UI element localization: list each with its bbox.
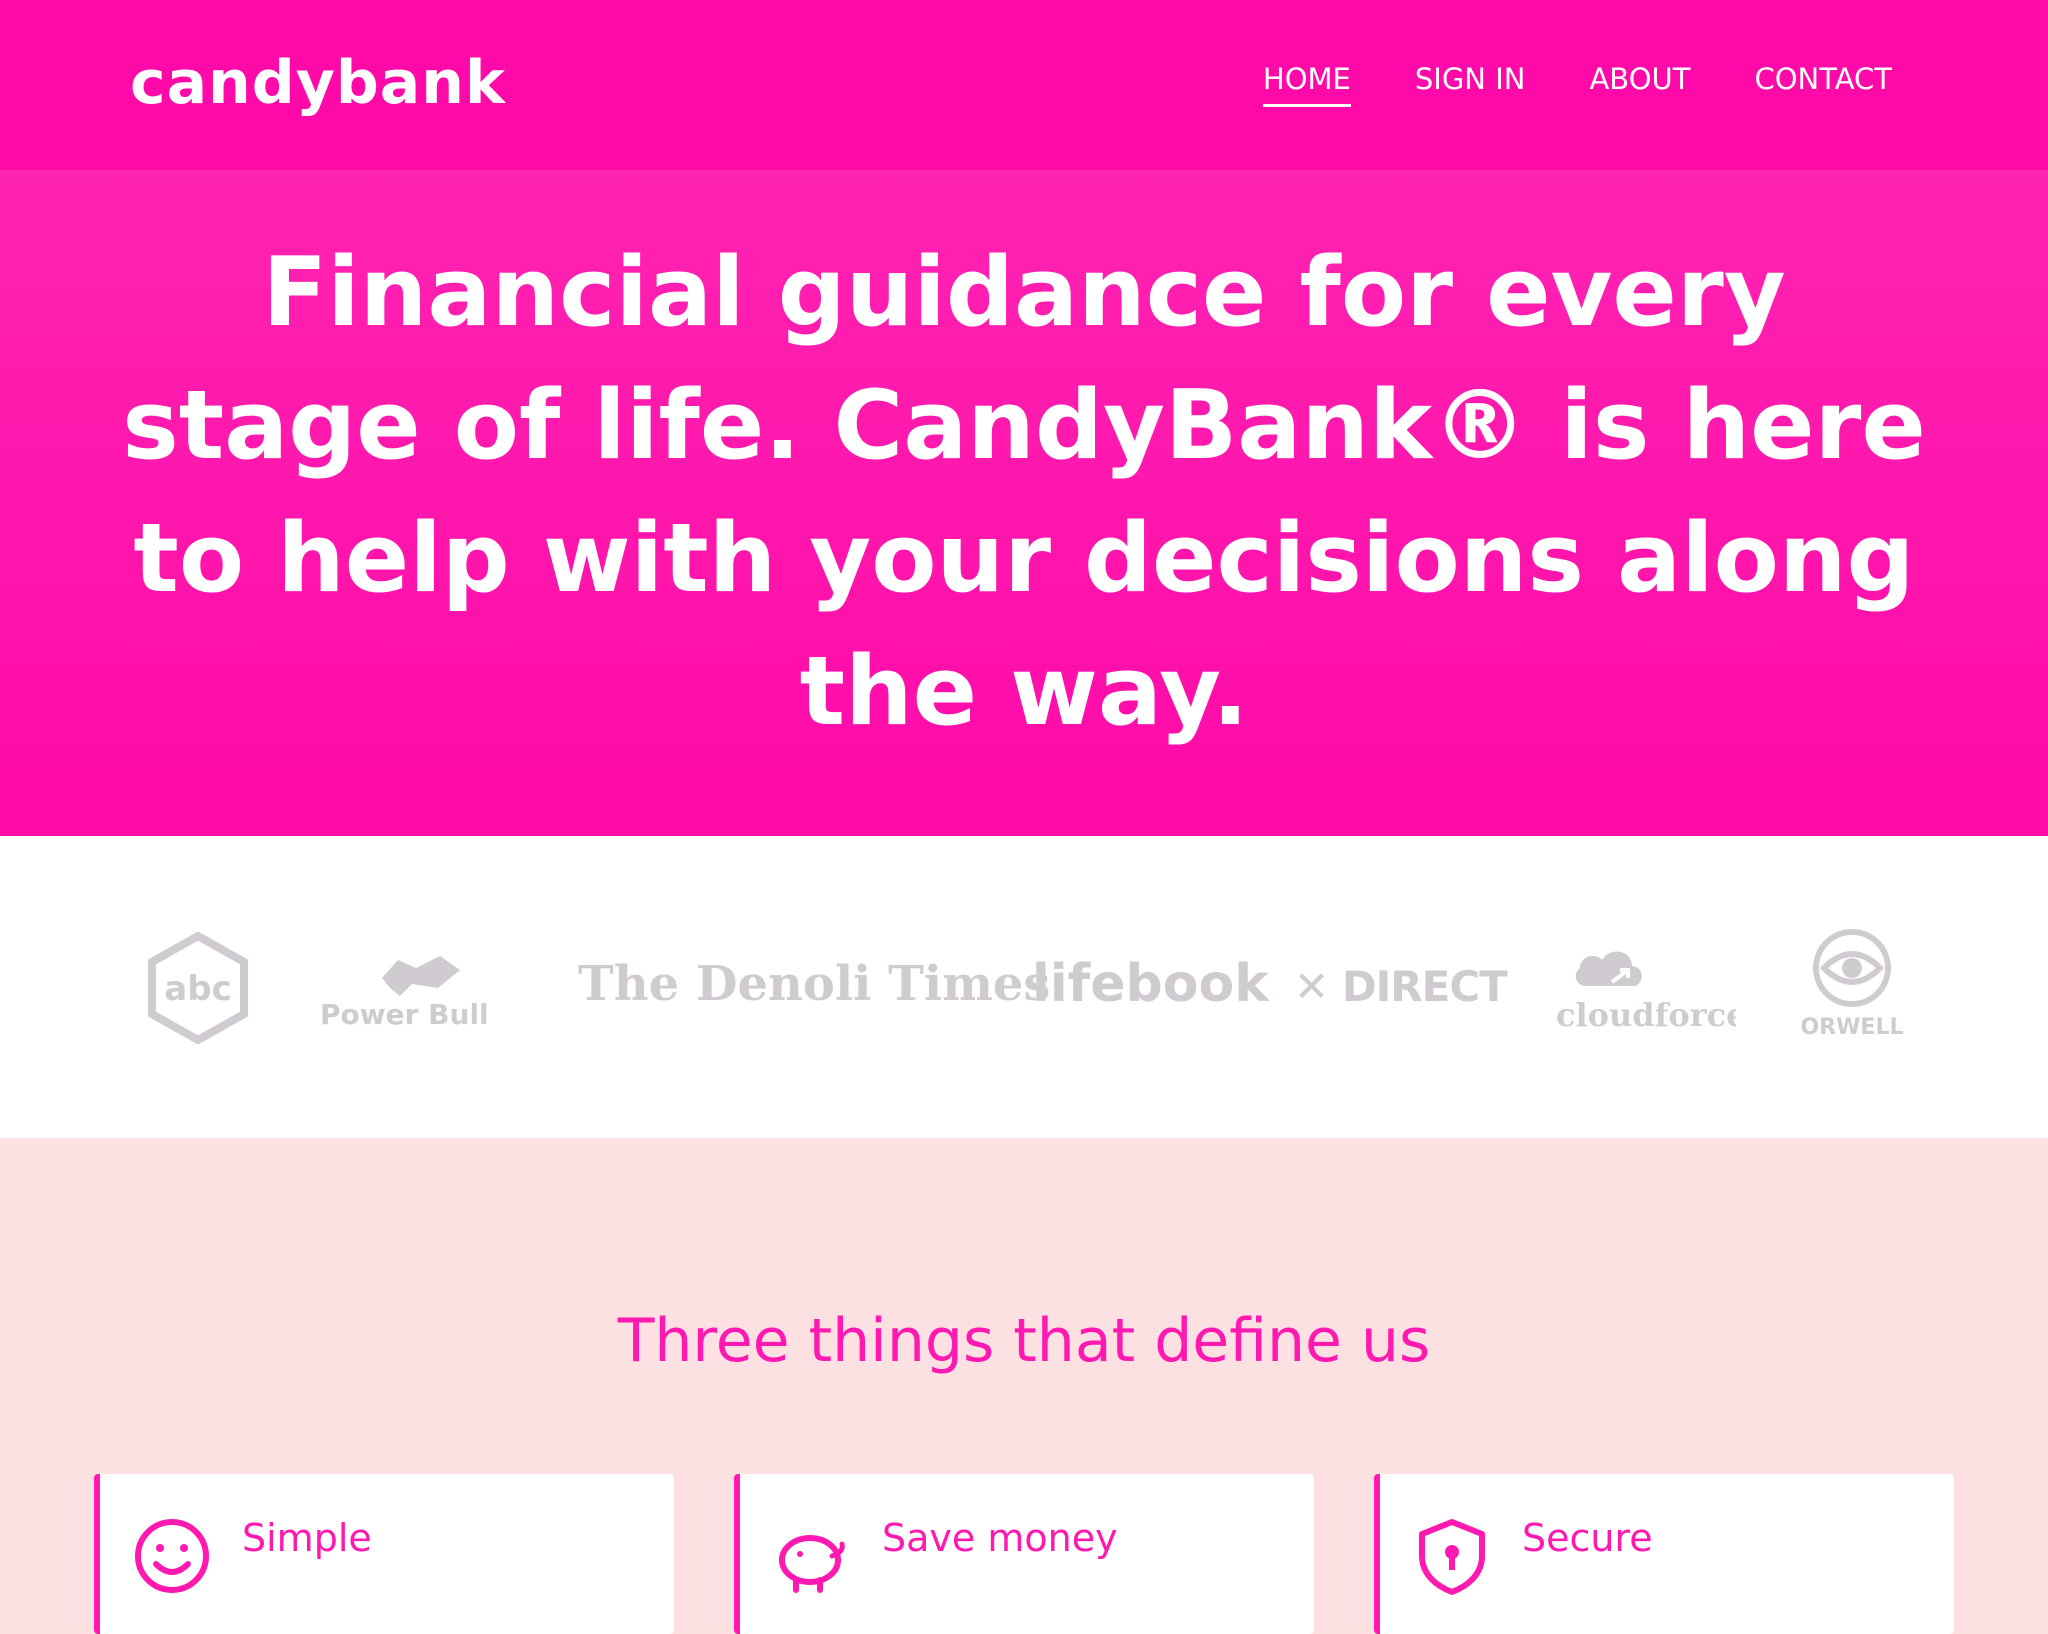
feature-label-save-money: Save money [882, 1516, 1118, 1560]
svg-text:abc: abc [164, 969, 231, 1009]
nav-about[interactable]: ABOUT [1589, 62, 1690, 107]
svg-text:ORWELL: ORWELL [1801, 1015, 1904, 1040]
partner-logos-strip: abc Power Bull The Denoli Times lifebook… [0, 836, 2048, 1138]
cloudforce-logo: cloudforce [1556, 940, 1746, 1036]
main-nav: HOME SIGN IN ABOUT CONTACT [1262, 62, 1892, 107]
feature-card-secure: Secure [1374, 1474, 1954, 1634]
feature-label-simple: Simple [242, 1516, 372, 1560]
nav-home[interactable]: HOME [1262, 62, 1351, 107]
hero-banner: Financial guidance for every stage of li… [0, 170, 2048, 836]
nav-contact[interactable]: CONTACT [1754, 62, 1892, 107]
smiley-icon [132, 1516, 212, 1596]
shield-lock-icon [1412, 1516, 1492, 1596]
feature-label-secure: Secure [1522, 1516, 1653, 1560]
svg-text:cloudforce: cloudforce [1556, 996, 1736, 1034]
nav-sign-in[interactable]: SIGN IN [1415, 62, 1526, 107]
direct-logo: ✕ DIRECT [1294, 962, 1508, 1011]
orwell-logo: ORWELL [1796, 928, 1908, 1040]
top-navbar: candybank HOME SIGN IN ABOUT CONTACT [0, 0, 2048, 170]
piggy-bank-icon [772, 1516, 852, 1596]
candybank-logo[interactable]: candybank [130, 48, 506, 118]
hero-headline: Financial guidance for every stage of li… [122, 238, 1926, 747]
svg-text:Power Bull: Power Bull [320, 998, 489, 1028]
features-section: Three things that define us Simple Save … [0, 1138, 2048, 1634]
lifebook-logo: lifebook [1032, 954, 1269, 1014]
feature-card-simple: Simple [94, 1474, 674, 1634]
denoli-times-logo: The Denoli Times [578, 956, 1051, 1012]
abc-logo: abc [146, 931, 250, 1045]
features-title: Three things that define us [617, 1306, 1431, 1376]
power-bull-logo: Power Bull [320, 948, 516, 1031]
feature-card-save-money: Save money [734, 1474, 1314, 1634]
